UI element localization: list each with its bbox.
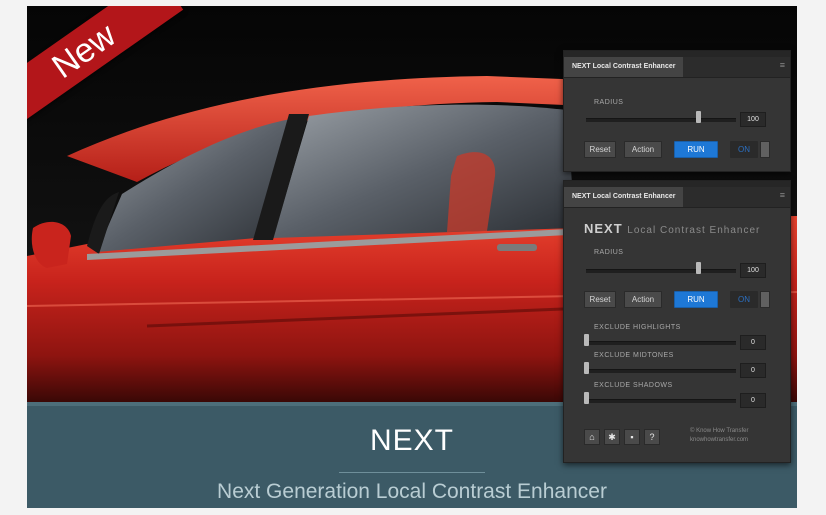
on-toggle-label[interactable]: ON (730, 141, 758, 158)
exclude-highlights-track[interactable] (586, 341, 736, 345)
reset-button[interactable]: Reset (584, 291, 616, 308)
title-divider (339, 472, 485, 473)
run-button[interactable]: RUN (674, 291, 718, 308)
radius-slider-thumb[interactable] (695, 262, 701, 274)
exclude-midtones-thumb[interactable] (584, 362, 589, 374)
credit-line-1: © Know How Transfer (690, 428, 749, 434)
credit-line-2[interactable]: knowhowtransfer.com (690, 436, 748, 445)
help-icon[interactable]: ? (644, 429, 660, 445)
panel-heading: NEXT Local Contrast Enhancer (584, 221, 760, 236)
radius-slider-thumb[interactable] (695, 111, 701, 123)
exclude-shadows-track[interactable] (586, 399, 736, 403)
exclude-midtones-track[interactable] (586, 369, 736, 373)
exclude-highlights-thumb[interactable] (584, 334, 589, 346)
on-toggle-switch[interactable] (760, 141, 770, 158)
exclude-shadows-value[interactable]: 0 (740, 393, 766, 408)
run-button[interactable]: RUN (674, 141, 718, 158)
exclude-highlights-value[interactable]: 0 (740, 335, 766, 350)
heading-bold: NEXT (584, 221, 623, 236)
panel-tab[interactable]: NEXT Local Contrast Enhancer (564, 57, 684, 77)
exclude-midtones-label: EXCLUDE MIDTONES (594, 352, 674, 359)
expanded-panel: NEXT Local Contrast Enhancer ≡ NEXT Loca… (563, 180, 791, 463)
document-icon[interactable]: ▪ (624, 429, 640, 445)
panel-tab[interactable]: NEXT Local Contrast Enhancer (564, 187, 684, 207)
radius-value-field[interactable]: 100 (740, 263, 766, 278)
reset-button[interactable]: Reset (584, 141, 616, 158)
home-icon[interactable]: ⌂ (584, 429, 600, 445)
compact-panel: NEXT Local Contrast Enhancer ≡ RADIUS 10… (563, 50, 791, 172)
radius-label: RADIUS (594, 99, 624, 106)
action-button[interactable]: Action (624, 291, 662, 308)
action-button[interactable]: Action (624, 141, 662, 158)
on-toggle-switch[interactable] (760, 291, 770, 308)
product-subtitle: Next Generation Local Contrast Enhancer (217, 480, 607, 503)
exclude-shadows-label: EXCLUDE SHADOWS (594, 382, 673, 389)
panel-menu-icon[interactable]: ≡ (780, 191, 785, 200)
promo-image: New NEXT Next Generation Local Contrast … (27, 6, 797, 508)
radius-slider-track[interactable] (586, 269, 736, 273)
radius-label: RADIUS (594, 249, 624, 256)
exclude-highlights-label: EXCLUDE HIGHLIGHTS (594, 324, 681, 331)
panel-menu-icon[interactable]: ≡ (780, 61, 785, 70)
gear-icon[interactable]: ✱ (604, 429, 620, 445)
exclude-midtones-value[interactable]: 0 (740, 363, 766, 378)
credit-text: © Know How Transfer knowhowtransfer.com (690, 427, 748, 445)
on-toggle-label[interactable]: ON (730, 291, 758, 308)
radius-slider-track[interactable] (586, 118, 736, 122)
radius-value-field[interactable]: 100 (740, 112, 766, 127)
heading-rest: Local Contrast Enhancer (627, 225, 761, 236)
exclude-shadows-thumb[interactable] (584, 392, 589, 404)
